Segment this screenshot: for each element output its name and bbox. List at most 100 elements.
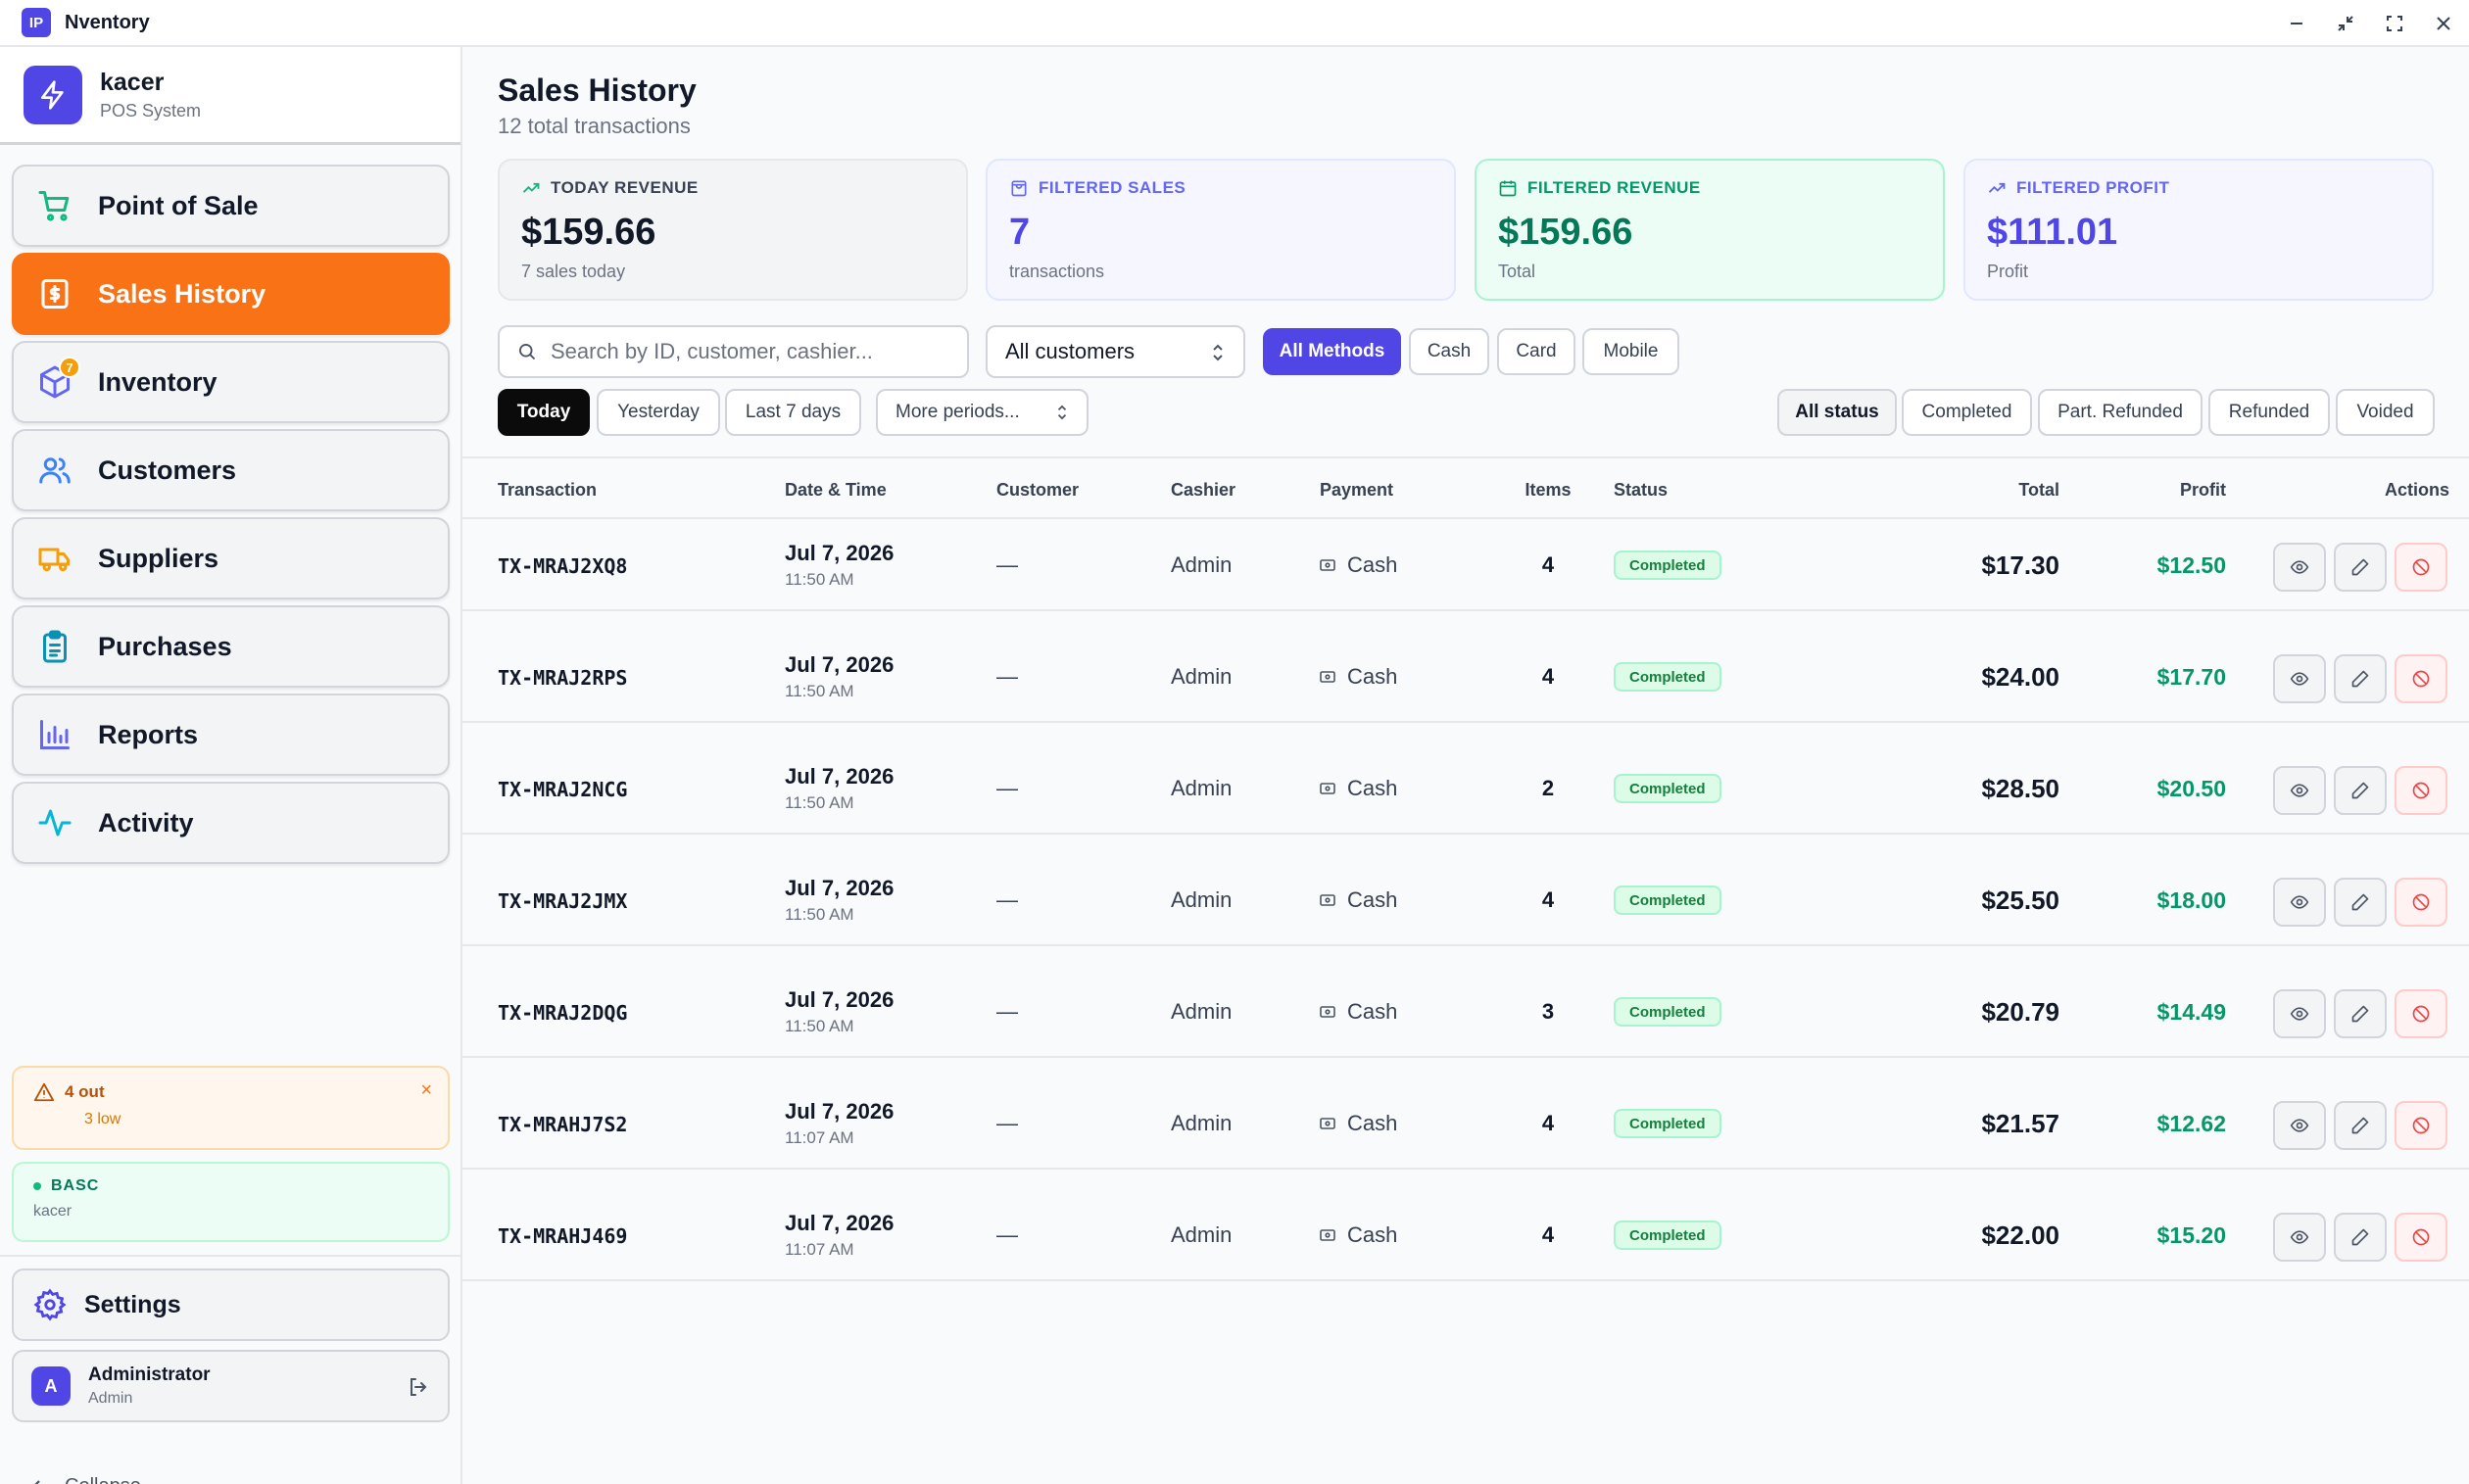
column-header[interactable]: Payment [1320,480,1393,501]
profit-cell: $14.49 [2156,999,2226,1025]
sidebar-item-sales-history[interactable]: Sales History [12,253,450,335]
void-button[interactable] [2395,989,2447,1038]
ban-icon [2412,670,2430,688]
cashier-cell: Admin [1171,887,1233,912]
column-header[interactable]: Transaction [498,480,597,501]
collapse-button[interactable]: Collapse [29,1475,141,1484]
minimize-button[interactable] [2285,12,2308,35]
ban-icon [2412,1228,2430,1246]
fullscreen-button[interactable] [2383,12,2406,35]
sidebar-item-reports[interactable]: Reports [12,694,450,776]
sidebar-item-customers[interactable]: Customers [12,429,450,511]
table-row[interactable]: TX-MRAJ2DQG Jul 7, 2026 11:50 AM — Admin… [462,968,2469,1058]
edit-button[interactable] [2334,1101,2387,1150]
user-card[interactable]: A Administrator Admin [12,1350,450,1422]
void-button[interactable] [2395,766,2447,815]
customer-cell: — [996,664,1018,689]
edit-button[interactable] [2334,766,2387,815]
close-window-button[interactable] [2432,12,2455,35]
method-filter-cash[interactable]: Cash [1409,328,1489,375]
status-filter-refunded[interactable]: Refunded [2208,389,2330,436]
edit-button[interactable] [2334,543,2387,592]
column-header[interactable]: Date & Time [785,480,887,501]
payment-method: Cash [1347,999,1398,1024]
transaction-date: Jul 7, 2026 [785,876,895,900]
method-filter-mobile[interactable]: Mobile [1582,328,1679,375]
status-filter-part-refunded[interactable]: Part. Refunded [2038,389,2203,436]
transaction-id: TX-MRAJ2JMX [498,889,628,913]
dismiss-alert-button[interactable]: × [420,1079,432,1102]
column-header[interactable]: Customer [996,480,1079,501]
plan-title: BASC [51,1177,100,1194]
view-button[interactable] [2273,878,2326,927]
period-filter-last-7-days[interactable]: Last 7 days [725,389,861,436]
status-badge: Completed [1614,662,1721,692]
items-count: 4 [1541,1222,1555,1247]
cart-icon [35,186,74,225]
column-header[interactable]: Items [1512,480,1584,501]
stock-alert-title: 4 out [65,1082,105,1101]
method-filter-all[interactable]: All Methods [1263,328,1401,375]
sidebar-item-purchases[interactable]: Purchases [12,605,450,688]
edit-button[interactable] [2334,989,2387,1038]
sidebar-item-activity[interactable]: Activity [12,782,450,864]
payment-cell: Cash [1320,552,1397,578]
sidebar-item-suppliers[interactable]: Suppliers [12,517,450,599]
void-button[interactable] [2395,654,2447,703]
avatar: A [31,1366,71,1406]
status-filter-voided[interactable]: Voided [2336,389,2435,436]
period-filter-today[interactable]: Today [498,389,590,436]
table-row[interactable]: TX-MRAHJ7S2 Jul 7, 2026 11:07 AM — Admin… [462,1079,2469,1170]
ban-icon [2412,893,2430,911]
column-header[interactable]: Profit [2030,480,2226,501]
search-input[interactable] [551,339,943,364]
stock-alert-card[interactable]: 4 out 3 low × [12,1066,450,1150]
customer-cell: — [996,1222,1018,1247]
method-filter-card[interactable]: Card [1497,328,1575,375]
edit-button[interactable] [2334,654,2387,703]
stat-value: $159.66 [521,212,656,253]
status-filter-all[interactable]: All status [1777,389,1897,436]
column-header[interactable]: Status [1614,480,1668,501]
view-button[interactable] [2273,989,2326,1038]
void-button[interactable] [2395,1101,2447,1150]
stat-card-today-revenue: TODAY REVENUE $159.66 7 sales today [498,159,968,301]
table-row[interactable]: TX-MRAJ2NCG Jul 7, 2026 11:50 AM — Admin… [462,744,2469,835]
settings-label: Settings [84,1290,181,1318]
view-button[interactable] [2273,1213,2326,1262]
transaction-id: TX-MRAJ2DQG [498,1001,628,1025]
void-button[interactable] [2395,543,2447,592]
users-icon [35,451,74,490]
table-row[interactable]: TX-MRAJ2JMX Jul 7, 2026 11:50 AM — Admin… [462,856,2469,946]
restore-button[interactable] [2334,12,2357,35]
trending-up-icon [1988,182,2006,193]
period-filter-yesterday[interactable]: Yesterday [597,389,720,436]
edit-button[interactable] [2334,1213,2387,1262]
sidebar-item-label: Activity [98,807,194,838]
more-periods-select[interactable]: More periods... [876,389,1089,436]
table-row[interactable]: TX-MRAHJ469 Jul 7, 2026 11:07 AM — Admin… [462,1191,2469,1281]
customer-select[interactable]: All customers [986,325,1245,378]
cash-icon [1320,783,1335,794]
sidebar-item-label: Purchases [98,631,232,661]
void-button[interactable] [2395,878,2447,927]
payment-cell: Cash [1320,1222,1397,1248]
view-button[interactable] [2273,766,2326,815]
void-button[interactable] [2395,1213,2447,1262]
sidebar-item-point-of-sale[interactable]: Point of Sale [12,165,450,247]
cashier-cell: Admin [1171,1222,1233,1247]
table-row[interactable]: TX-MRAJ2XQ8 Jul 7, 2026 11:50 AM — Admin… [462,521,2469,611]
eye-icon [2290,784,2309,797]
view-button[interactable] [2273,1101,2326,1150]
logout-icon [411,1378,427,1396]
ban-icon [2412,1005,2430,1023]
sidebar-item-inventory[interactable]: 7 Inventory [12,341,450,423]
view-button[interactable] [2273,543,2326,592]
settings-button[interactable]: Settings [12,1269,450,1341]
view-button[interactable] [2273,654,2326,703]
table-row[interactable]: TX-MRAJ2RPS Jul 7, 2026 11:50 AM — Admin… [462,633,2469,723]
logout-button[interactable] [407,1375,430,1404]
column-header[interactable]: Cashier [1171,480,1235,501]
status-filter-completed[interactable]: Completed [1902,389,2032,436]
edit-button[interactable] [2334,878,2387,927]
